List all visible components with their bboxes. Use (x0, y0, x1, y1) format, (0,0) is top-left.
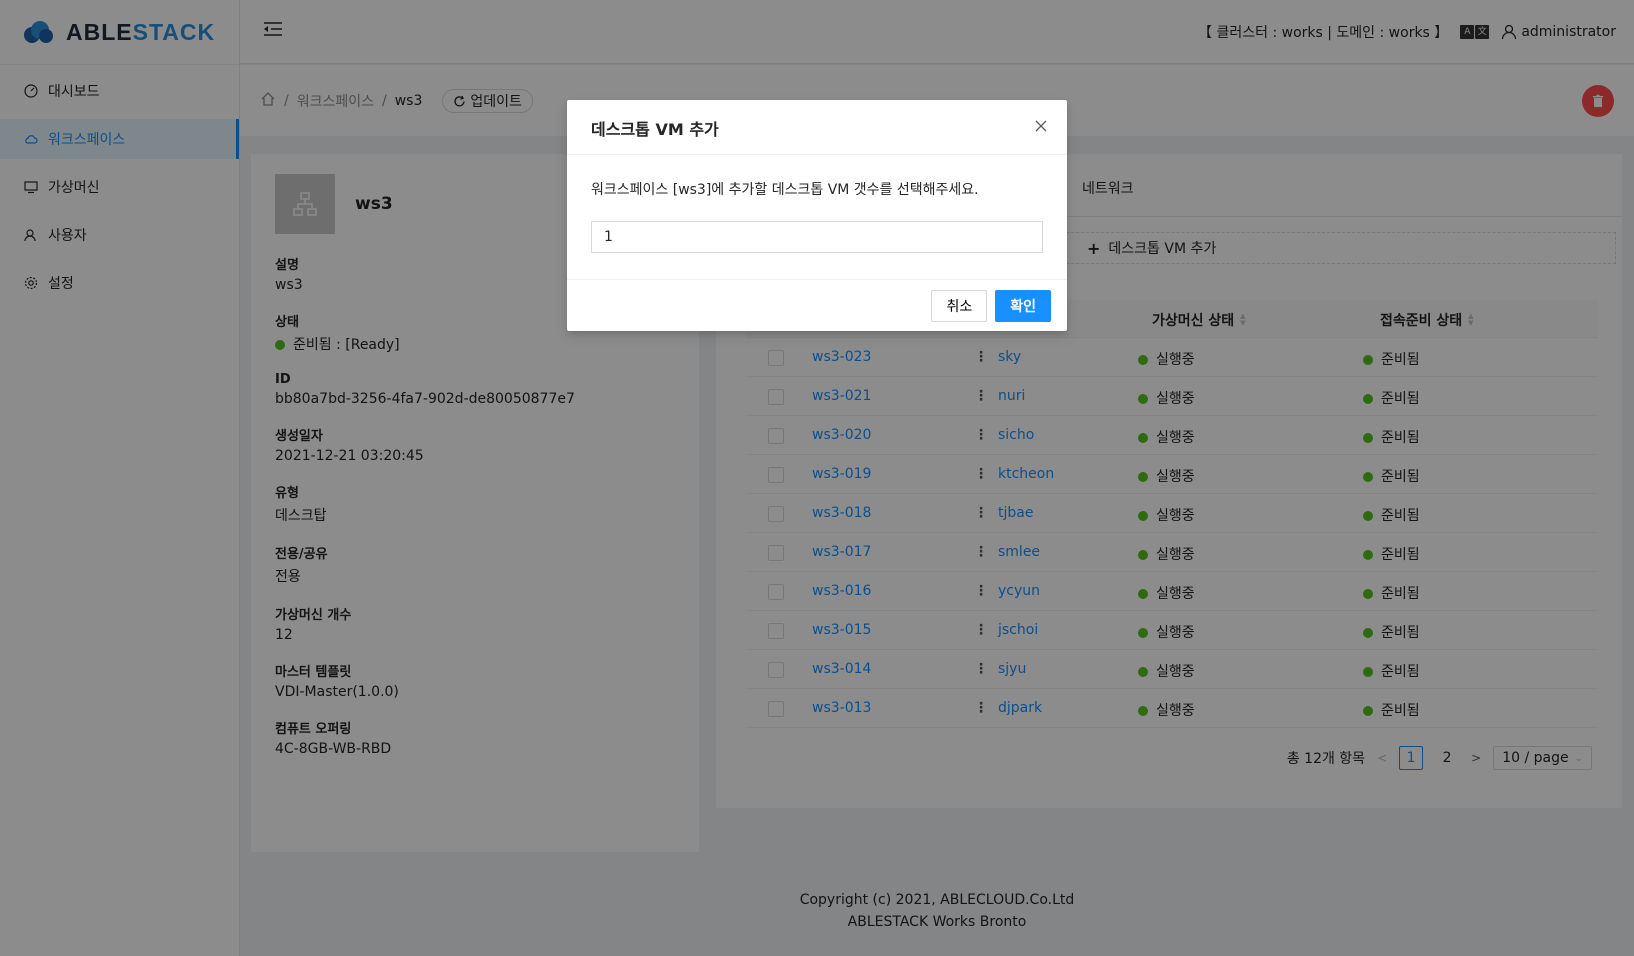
add-vm-modal: 데스크톱 VM 추가 워크스페이스 [ws3]에 추가할 데스크톱 VM 갯수를… (567, 100, 1067, 331)
modal-body: 워크스페이스 [ws3]에 추가할 데스크톱 VM 갯수를 선택해주세요. (567, 155, 1067, 279)
cancel-button[interactable]: 취소 (931, 289, 988, 322)
vm-count-input[interactable] (591, 221, 1043, 253)
close-icon[interactable] (1033, 118, 1049, 134)
modal-title: 데스크톱 VM 추가 (591, 120, 719, 139)
modal-header: 데스크톱 VM 추가 (567, 100, 1067, 155)
ok-button[interactable]: 확인 (995, 289, 1051, 322)
modal-footer: 취소 확인 (567, 279, 1067, 331)
modal-message: 워크스페이스 [ws3]에 추가할 데스크톱 VM 갯수를 선택해주세요. (591, 182, 979, 198)
